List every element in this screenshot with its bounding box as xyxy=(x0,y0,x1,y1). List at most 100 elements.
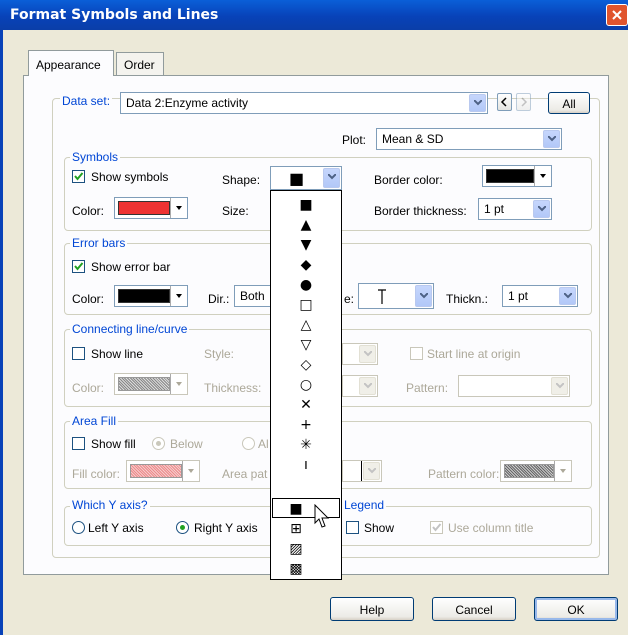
error-bars-title: Error bars xyxy=(70,236,128,250)
start-origin-label: Start line at origin xyxy=(427,347,521,361)
border-thickness-label: Border thickness: xyxy=(374,204,467,218)
close-icon xyxy=(612,10,622,20)
prev-dataset-button[interactable] xyxy=(497,93,512,111)
plot-label: Plot: xyxy=(342,133,367,147)
plot-value: Mean & SD xyxy=(382,132,444,146)
chevron-down-icon xyxy=(534,166,551,186)
shape-option[interactable]: ■ xyxy=(271,195,341,215)
below-label: Below xyxy=(170,437,203,451)
shape-option[interactable]: ✳ xyxy=(271,435,341,455)
shape-option[interactable]: □ xyxy=(271,295,341,315)
show-fill-checkbox[interactable] xyxy=(72,437,85,450)
cancel-button[interactable]: Cancel xyxy=(432,597,516,621)
shape-option[interactable]: ▼ xyxy=(271,235,341,255)
pattern-preview xyxy=(343,461,362,481)
window-frame xyxy=(0,30,3,635)
border-thickness-select[interactable]: 1 pt xyxy=(478,198,552,220)
next-dataset-button[interactable] xyxy=(516,93,531,111)
which-y-title: Which Y axis? xyxy=(70,498,150,512)
line-color-button[interactable] xyxy=(114,373,188,395)
tab-order[interactable]: Order xyxy=(116,52,164,76)
symbol-color-label: Color: xyxy=(72,204,105,218)
show-fill-label: Show fill xyxy=(91,437,136,451)
dataset-label: Data set: xyxy=(60,94,113,108)
check-icon xyxy=(74,172,84,181)
pattern-color-button[interactable] xyxy=(500,460,572,482)
shape-option[interactable]: ▩ xyxy=(261,559,331,579)
chevron-down-icon xyxy=(359,345,376,363)
shape-option[interactable]: ◆ xyxy=(271,255,341,275)
border-color-button[interactable] xyxy=(482,165,552,187)
use-column-title-checkbox[interactable] xyxy=(430,521,443,534)
fill-color-button[interactable] xyxy=(126,460,200,482)
connecting-line-title: Connecting line/curve xyxy=(70,322,190,336)
chevron-down-icon xyxy=(533,200,550,218)
window-title: Format Symbols and Lines xyxy=(10,7,219,23)
above-radio[interactable] xyxy=(242,437,255,450)
above-label: Al xyxy=(258,437,269,451)
plot-select[interactable]: Mean & SD xyxy=(376,128,562,150)
below-radio[interactable] xyxy=(152,437,165,450)
area-pattern-label: Area pat xyxy=(222,467,268,481)
line-style-select[interactable] xyxy=(342,343,378,365)
area-fill-title: Area Fill xyxy=(70,414,119,428)
show-error-bar-checkbox[interactable] xyxy=(72,260,85,273)
chevron-down-icon xyxy=(415,285,432,307)
area-pattern-select[interactable] xyxy=(342,460,382,482)
show-line-checkbox[interactable] xyxy=(72,347,85,360)
show-error-bar-label: Show error bar xyxy=(91,260,171,274)
use-column-title-label: Use column title xyxy=(448,521,534,535)
chevron-down-icon xyxy=(359,377,376,395)
error-thickness-label: Thickn.: xyxy=(446,292,489,306)
fill-color-label: Fill color: xyxy=(72,467,121,481)
start-origin-checkbox[interactable] xyxy=(410,347,423,360)
tab-appearance[interactable]: Appearance xyxy=(28,50,114,76)
right-y-axis-label: Right Y axis xyxy=(194,521,258,535)
line-thickness-label: Thickness: xyxy=(204,381,262,395)
line-color-swatch xyxy=(118,377,170,391)
line-pattern-select[interactable] xyxy=(458,375,570,397)
shape-option[interactable]: ı xyxy=(271,455,341,475)
border-color-label: Border color: xyxy=(374,173,443,187)
show-symbols-label: Show symbols xyxy=(91,170,169,184)
ok-button[interactable]: OK xyxy=(534,597,618,621)
help-button[interactable]: Help xyxy=(330,597,414,621)
chevron-down-icon xyxy=(559,287,576,305)
error-color-button[interactable] xyxy=(114,285,188,307)
chevron-down-icon xyxy=(469,94,486,112)
left-y-axis-radio[interactable] xyxy=(72,521,85,534)
check-icon xyxy=(432,523,442,532)
chevron-down-icon xyxy=(554,461,571,481)
dataset-value: Data 2:Enzyme activity xyxy=(126,96,249,110)
shape-option[interactable]: ▽ xyxy=(271,335,341,355)
shape-option[interactable]: ● xyxy=(271,275,341,295)
pattern-color-label: Pattern color: xyxy=(428,467,500,481)
shape-option[interactable]: △ xyxy=(271,315,341,335)
error-style-select[interactable] xyxy=(358,283,434,309)
line-thickness-select[interactable] xyxy=(342,375,378,397)
shape-option[interactable]: + xyxy=(271,415,341,435)
legend-show-checkbox[interactable] xyxy=(346,521,359,534)
all-button[interactable]: All xyxy=(548,92,590,114)
legend-title: Legend xyxy=(342,498,387,512)
border-thickness-value: 1 pt xyxy=(484,202,505,216)
shape-option[interactable]: ▨ xyxy=(261,539,331,559)
show-symbols-checkbox[interactable] xyxy=(72,170,85,183)
close-button[interactable] xyxy=(606,4,628,26)
chevron-down-icon xyxy=(323,168,340,188)
border-color-swatch xyxy=(486,169,534,183)
shape-option[interactable]: ✕ xyxy=(271,395,341,415)
shape-option[interactable]: ◇ xyxy=(271,355,341,375)
error-thickness-select[interactable]: 1 pt xyxy=(502,285,578,307)
symbol-color-button[interactable] xyxy=(114,197,188,219)
line-pattern-label: Pattern: xyxy=(406,381,449,395)
shape-option[interactable]: ▲ xyxy=(271,215,341,235)
shape-option[interactable]: ○ xyxy=(271,375,341,395)
tab-label: Appearance xyxy=(36,58,101,72)
dataset-select[interactable]: Data 2:Enzyme activity xyxy=(120,92,488,114)
shape-select[interactable]: ■ xyxy=(270,166,342,190)
right-y-axis-radio[interactable] xyxy=(176,521,189,534)
dir-select[interactable]: Both xyxy=(234,285,274,307)
left-y-axis-label: Left Y axis xyxy=(88,521,144,535)
error-bar-cap-icon xyxy=(378,289,386,304)
